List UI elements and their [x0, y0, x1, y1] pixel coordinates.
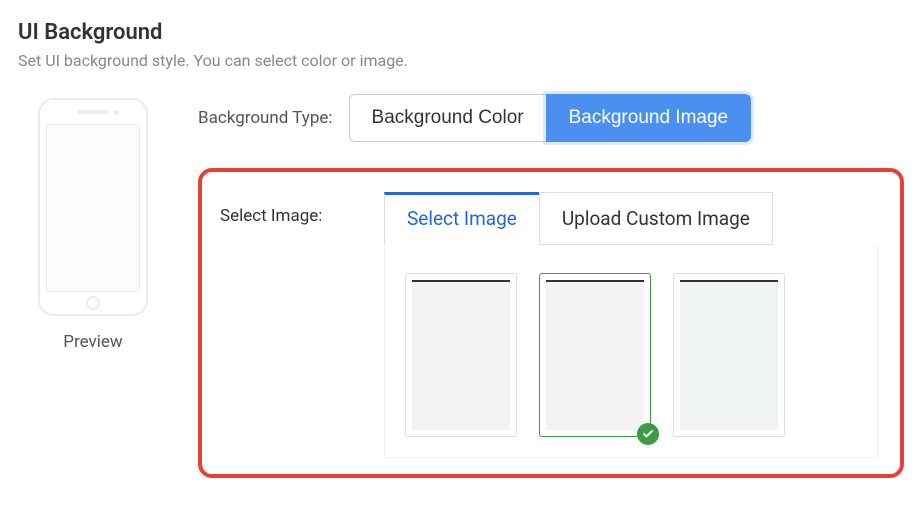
tab-upload-custom-image[interactable]: Upload Custom Image	[539, 192, 773, 245]
select-image-label: Select Image:	[220, 192, 384, 226]
image-tabs: Select Image Upload Custom Image	[384, 192, 878, 245]
thumbnail-option-2[interactable]	[539, 273, 651, 437]
preview-panel: Preview	[18, 94, 168, 352]
background-type-label: Background Type:	[198, 108, 333, 128]
image-thumbnails	[384, 245, 878, 458]
tab-select-image[interactable]: Select Image	[384, 192, 540, 245]
page-subtitle: Set UI background style. You can select …	[18, 51, 904, 70]
select-image-section: Select Image: Select Image Upload Custom…	[198, 168, 904, 478]
background-type-segmented: Background Color Background Image	[349, 94, 752, 142]
thumbnail-option-1[interactable]	[405, 273, 517, 437]
page-title: UI Background	[18, 20, 904, 45]
background-image-button[interactable]: Background Image	[546, 94, 752, 142]
check-icon	[637, 423, 659, 445]
preview-label: Preview	[63, 332, 122, 352]
background-color-button[interactable]: Background Color	[349, 94, 547, 142]
thumbnail-option-3[interactable]	[673, 273, 785, 437]
phone-preview	[38, 98, 148, 316]
